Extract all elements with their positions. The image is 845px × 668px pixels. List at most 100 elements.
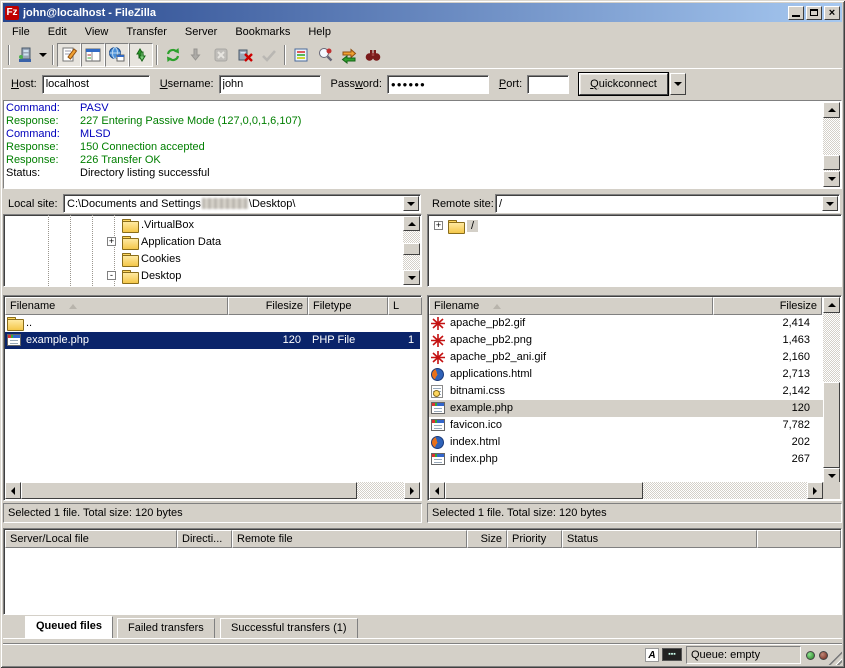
toggle-local-tree-button[interactable] [81, 43, 105, 67]
file-row-selected[interactable]: example.php120 [429, 400, 823, 417]
refresh-button[interactable] [161, 43, 185, 67]
site-manager-dropdown[interactable] [37, 43, 49, 67]
column-header-server-local-file[interactable]: Server/Local file [5, 530, 177, 548]
scroll-thumb[interactable] [445, 482, 643, 499]
disconnect-button[interactable] [233, 43, 257, 67]
combo-dropdown-button[interactable] [403, 196, 419, 211]
tab-failed-transfers[interactable]: Failed transfers [117, 618, 215, 638]
filter-button[interactable] [289, 43, 313, 67]
toggle-remote-tree-button[interactable] [105, 43, 129, 67]
scroll-thumb[interactable] [21, 482, 357, 499]
title-bar[interactable]: Fz john@localhost - FileZilla × [3, 3, 842, 22]
scroll-left-button[interactable] [5, 482, 21, 499]
scroll-thumb[interactable] [823, 155, 840, 170]
file-row[interactable]: favicon.ico7,782 [429, 417, 823, 434]
expand-plus-box[interactable]: + [107, 237, 116, 246]
local-tree-scrollbar[interactable] [403, 216, 420, 285]
menu-server[interactable]: Server [176, 24, 226, 40]
toggle-transfer-queue-button[interactable] [129, 43, 153, 67]
minimize-button[interactable] [788, 6, 804, 20]
speed-limit-icon[interactable]: ▪▪▪ [662, 648, 682, 661]
menu-bookmarks[interactable]: Bookmarks [226, 24, 299, 40]
scroll-thumb[interactable] [403, 243, 420, 255]
compare-button[interactable] [313, 43, 337, 67]
local-horizontal-scrollbar[interactable] [5, 482, 420, 499]
port-input[interactable] [527, 75, 569, 94]
tree-item-cookies[interactable]: Cookies [122, 250, 181, 267]
close-button[interactable]: × [824, 6, 840, 20]
toggle-message-log-button[interactable] [57, 43, 81, 67]
quickconnect-button[interactable]: Quickconnect [579, 73, 668, 95]
file-name: example.php [450, 400, 513, 417]
file-row-parent[interactable]: .. [5, 315, 420, 332]
tree-item-virtualbox[interactable]: .VirtualBox [122, 216, 194, 233]
cancel-operation-button[interactable] [209, 43, 233, 67]
file-row[interactable]: index.php267 [429, 451, 823, 468]
log-scrollbar[interactable] [823, 102, 840, 187]
local-treeview-icon [84, 46, 102, 64]
scroll-thumb[interactable] [823, 382, 840, 468]
file-size: 2,142 [714, 383, 810, 400]
scroll-up-button[interactable] [403, 216, 420, 231]
synchronized-browsing-button[interactable] [337, 43, 361, 67]
column-header-filesize[interactable]: Filesize [713, 297, 822, 315]
scroll-down-button[interactable] [403, 270, 420, 285]
html-file-icon [431, 436, 444, 449]
maximize-button[interactable] [806, 6, 822, 20]
reconnect-button[interactable] [257, 43, 281, 67]
column-header-lastmodified[interactable]: L [388, 297, 422, 315]
column-header-priority[interactable]: Priority [507, 530, 562, 548]
menu-edit[interactable]: Edit [39, 24, 76, 40]
message-log-icon [60, 46, 78, 64]
column-header-filename[interactable]: Filename [5, 297, 228, 315]
tree-item-desktop[interactable]: Desktop [122, 267, 181, 284]
transfer-type-ascii-icon[interactable]: A [645, 648, 659, 662]
remote-vertical-scrollbar[interactable] [823, 297, 840, 484]
menu-help[interactable]: Help [299, 24, 340, 40]
site-manager-button[interactable] [13, 43, 37, 67]
column-header-filename[interactable]: Filename [429, 297, 713, 315]
scroll-up-button[interactable] [823, 297, 840, 313]
menu-transfer[interactable]: Transfer [117, 24, 176, 40]
combo-dropdown-button[interactable] [822, 196, 838, 211]
scroll-down-button[interactable] [823, 171, 840, 187]
file-row[interactable]: index.html202 [429, 434, 823, 451]
scroll-right-button[interactable] [807, 482, 823, 499]
username-input[interactable] [219, 75, 321, 94]
file-row[interactable]: apache_pb2.gif2,414 [429, 315, 823, 332]
scroll-up-button[interactable] [823, 102, 840, 118]
file-row[interactable]: apache_pb2_ani.gif2,160 [429, 349, 823, 366]
resize-grip[interactable] [828, 651, 842, 665]
tab-successful-transfers[interactable]: Successful transfers (1) [220, 618, 358, 638]
remote-horizontal-scrollbar[interactable] [429, 482, 823, 499]
scroll-left-button[interactable] [429, 482, 445, 499]
column-header-filesize[interactable]: Filesize [228, 297, 308, 315]
find-files-button[interactable] [361, 43, 385, 67]
file-name: apache_pb2.png [450, 332, 532, 349]
column-header-filetype[interactable]: Filetype [308, 297, 388, 315]
queue-empty-area[interactable] [5, 548, 840, 613]
file-type: PHP File [312, 332, 355, 349]
tree-item-root[interactable]: / [448, 217, 478, 234]
local-site-combobox[interactable]: C:\Documents and Settings\Desktop\ [63, 194, 421, 213]
menu-view[interactable]: View [76, 24, 118, 40]
collapse-minus-box[interactable]: - [107, 271, 116, 280]
file-row[interactable]: apache_pb2.png1,463 [429, 332, 823, 349]
column-header-status[interactable]: Status [562, 530, 757, 548]
host-input[interactable] [42, 75, 150, 94]
menu-file[interactable]: File [3, 24, 39, 40]
file-row-example-php[interactable]: example.php 120 PHP File 1 [5, 332, 420, 349]
tab-queued-files[interactable]: Queued files [25, 616, 113, 638]
password-input[interactable] [387, 75, 489, 94]
remote-site-combobox[interactable]: / [495, 194, 840, 213]
column-header-size[interactable]: Size [467, 530, 507, 548]
column-header-direction[interactable]: Directi... [177, 530, 232, 548]
column-header-remote-file[interactable]: Remote file [232, 530, 467, 548]
file-row[interactable]: bitnami.css2,142 [429, 383, 823, 400]
scroll-right-button[interactable] [404, 482, 420, 499]
file-row[interactable]: applications.html2,713 [429, 366, 823, 383]
expand-plus-box[interactable]: + [434, 221, 443, 230]
quickconnect-dropdown[interactable] [670, 73, 686, 95]
process-queue-button[interactable] [185, 43, 209, 67]
tree-item-application-data[interactable]: Application Data [122, 233, 221, 250]
